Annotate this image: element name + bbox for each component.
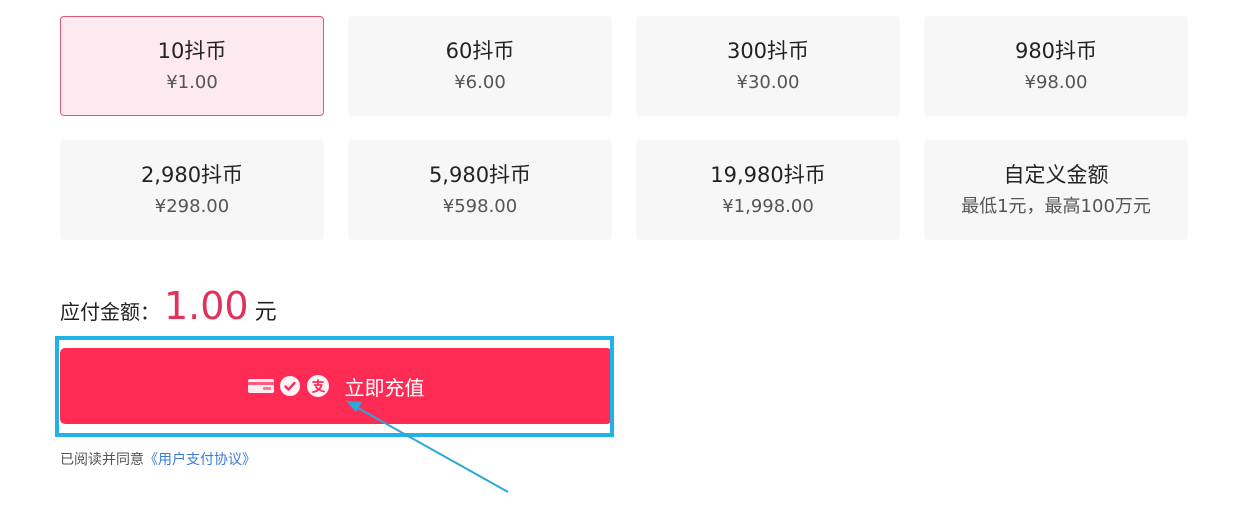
package-price: ¥598.00 [442, 196, 518, 217]
package-card-5980[interactable]: 5,980抖币 ¥598.00 [348, 140, 612, 240]
payment-agreement-link[interactable]: 《用户支付协议》 [144, 452, 256, 468]
package-amount: 10抖币 [157, 39, 227, 63]
package-amount: 2,980抖币 [140, 163, 244, 187]
amount-due-label: 应付金额： [60, 300, 160, 324]
package-card-10[interactable]: 10抖币 ¥1.00 [60, 16, 324, 116]
package-price: ¥98.00 [1024, 72, 1088, 93]
package-card-60[interactable]: 60抖币 ¥6.00 [348, 16, 612, 116]
package-price: ¥6.00 [454, 72, 506, 93]
package-card-300[interactable]: 300抖币 ¥30.00 [636, 16, 900, 116]
agreement-prefix: 已阅读并同意 [60, 452, 144, 468]
package-price: ¥1,998.00 [722, 196, 814, 217]
agreement-text: 已阅读并同意《用户支付协议》 [60, 449, 256, 469]
package-card-19980[interactable]: 19,980抖币 ¥1,998.00 [636, 140, 900, 240]
package-card-custom[interactable]: 自定义金额 最低1元，最高100万元 [924, 140, 1188, 240]
amount-due: 应付金额： 1.00 元 [60, 284, 277, 328]
package-price: ¥30.00 [736, 72, 800, 93]
package-amount: 19,980抖币 [710, 163, 826, 187]
package-card-2980[interactable]: 2,980抖币 ¥298.00 [60, 140, 324, 240]
package-amount: 980抖币 [1014, 39, 1098, 63]
amount-due-value: 1.00 [164, 284, 249, 328]
package-amount: 60抖币 [445, 39, 515, 63]
package-price: ¥298.00 [154, 196, 230, 217]
package-card-980[interactable]: 980抖币 ¥98.00 [924, 16, 1188, 116]
package-amount: 5,980抖币 [428, 163, 532, 187]
package-grid: 10抖币 ¥1.00 60抖币 ¥6.00 300抖币 ¥30.00 980抖币… [60, 16, 1190, 240]
package-price: ¥1.00 [166, 72, 218, 93]
package-amount: 300抖币 [726, 39, 810, 63]
amount-due-unit: 元 [254, 300, 277, 325]
recharge-page: 10抖币 ¥1.00 60抖币 ¥6.00 300抖币 ¥30.00 980抖币… [0, 0, 1247, 514]
custom-amount-range: 最低1元，最高100万元 [961, 196, 1151, 217]
highlight-box [55, 336, 614, 437]
custom-amount-title: 自定义金额 [1003, 163, 1109, 187]
